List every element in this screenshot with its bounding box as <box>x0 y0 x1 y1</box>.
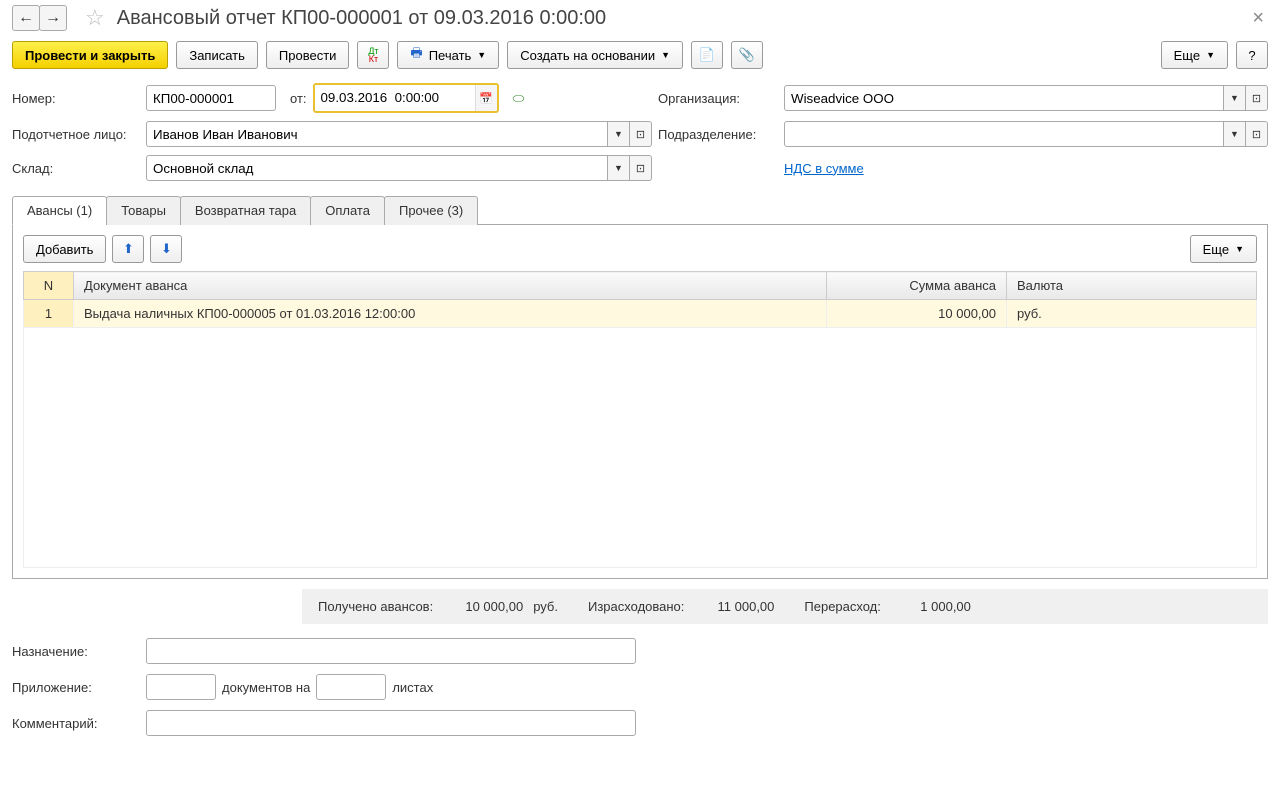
dept-open-button[interactable]: ⊡ <box>1246 121 1268 147</box>
attachment-label: Приложение: <box>12 680 140 695</box>
chevron-down-icon: ▼ <box>1230 93 1239 103</box>
comment-label: Комментарий: <box>12 716 140 731</box>
org-input[interactable] <box>784 85 1224 111</box>
open-icon: ⊡ <box>636 128 645 141</box>
received-currency: руб. <box>533 599 558 614</box>
org-dropdown-button[interactable]: ▼ <box>1224 85 1246 111</box>
from-label: от: <box>290 91 307 106</box>
dept-label: Подразделение: <box>658 127 778 142</box>
posted-icon[interactable]: ⬭ <box>513 90 525 107</box>
number-input[interactable] <box>146 85 276 111</box>
chevron-down-icon: ▼ <box>477 50 486 60</box>
purpose-input[interactable] <box>146 638 636 664</box>
printer-icon: 🖶 <box>410 44 422 66</box>
page-title: Авансовый отчет КП00-000001 от 09.03.201… <box>117 7 1249 30</box>
document-icon: 📄 <box>699 47 715 63</box>
warehouse-input[interactable] <box>146 155 608 181</box>
date-group: 📅 <box>313 83 499 113</box>
col-sum[interactable]: Сумма аванса <box>827 272 1007 300</box>
tab-other[interactable]: Прочее (3) <box>384 196 478 225</box>
sheets-text: листах <box>392 680 433 695</box>
create-based-button[interactable]: Создать на основании ▼ <box>507 41 683 69</box>
move-down-button[interactable]: ⬇ <box>150 235 182 263</box>
warehouse-open-button[interactable]: ⊡ <box>630 155 652 181</box>
save-button[interactable]: Записать <box>176 41 258 69</box>
docs-text: документов на <box>222 680 310 695</box>
person-label: Подотчетное лицо: <box>12 127 140 142</box>
chevron-down-icon: ▼ <box>1235 244 1244 254</box>
org-label: Организация: <box>658 91 778 106</box>
chevron-down-icon: ▼ <box>614 129 623 139</box>
document-icon-button[interactable]: 📄 <box>691 41 723 69</box>
overspend-label: Перерасход: <box>804 599 881 614</box>
arrow-up-icon: ⬆ <box>123 241 134 257</box>
purpose-label: Назначение: <box>12 644 140 659</box>
col-n[interactable]: N <box>24 272 74 300</box>
overspend-value: 1 000,00 <box>891 599 971 614</box>
cell-doc: Выдача наличных КП00-000005 от 01.03.201… <box>74 300 827 328</box>
tab-advances[interactable]: Авансы (1) <box>12 196 107 225</box>
arrow-down-icon: ⬇ <box>161 241 172 257</box>
favorite-star-icon[interactable]: ☆ <box>85 5 105 31</box>
person-open-button[interactable]: ⊡ <box>630 121 652 147</box>
move-up-button[interactable]: ⬆ <box>112 235 144 263</box>
open-icon: ⊡ <box>1252 92 1261 105</box>
nav-forward-button[interactable]: → <box>39 5 67 31</box>
print-button[interactable]: 🖶 Печать ▼ <box>397 41 499 69</box>
cell-cur: руб. <box>1007 300 1257 328</box>
nav-back-button[interactable]: ← <box>12 5 40 31</box>
warehouse-dropdown-button[interactable]: ▼ <box>608 155 630 181</box>
col-doc[interactable]: Документ аванса <box>74 272 827 300</box>
dept-input[interactable] <box>784 121 1224 147</box>
sheets-count-input[interactable] <box>316 674 386 700</box>
chevron-down-icon: ▼ <box>614 163 623 173</box>
spent-value: 11 000,00 <box>694 599 774 614</box>
docs-count-input[interactable] <box>146 674 216 700</box>
tab-payment[interactable]: Оплата <box>310 196 385 225</box>
post-button[interactable]: Провести <box>266 41 350 69</box>
warehouse-label: Склад: <box>12 161 140 176</box>
help-button[interactable]: ? <box>1236 41 1268 69</box>
dept-dropdown-button[interactable]: ▼ <box>1224 121 1246 147</box>
dtct-button[interactable]: ДтКт <box>357 41 389 69</box>
received-label: Получено авансов: <box>318 599 433 614</box>
chevron-down-icon: ▼ <box>1206 50 1215 60</box>
tabs: Авансы (1) Товары Возвратная тара Оплата… <box>12 195 1268 225</box>
vat-link[interactable]: НДС в сумме <box>784 161 864 176</box>
table-more-button[interactable]: Еще ▼ <box>1190 235 1257 263</box>
calendar-icon: 📅 <box>479 92 493 105</box>
dtct-icon: ДтКт <box>368 47 378 63</box>
summary-bar: Получено авансов: 10 000,00 руб. Израсхо… <box>302 589 1268 624</box>
attach-button[interactable]: 📎 <box>731 41 763 69</box>
close-button[interactable]: × <box>1248 7 1268 30</box>
cell-n: 1 <box>24 300 74 328</box>
spent-label: Израсходовано: <box>588 599 684 614</box>
chevron-down-icon: ▼ <box>1230 129 1239 139</box>
received-value: 10 000,00 <box>443 599 523 614</box>
advances-table: N Документ аванса Сумма аванса Валюта 1 … <box>23 271 1257 568</box>
empty-area[interactable] <box>24 328 1257 568</box>
org-open-button[interactable]: ⊡ <box>1246 85 1268 111</box>
comment-input[interactable] <box>146 710 636 736</box>
tab-packaging[interactable]: Возвратная тара <box>180 196 311 225</box>
table-row[interactable]: 1 Выдача наличных КП00-000005 от 01.03.2… <box>24 300 1257 328</box>
chevron-down-icon: ▼ <box>661 50 670 60</box>
open-icon: ⊡ <box>636 162 645 175</box>
person-dropdown-button[interactable]: ▼ <box>608 121 630 147</box>
more-button[interactable]: Еще ▼ <box>1161 41 1228 69</box>
person-input[interactable] <box>146 121 608 147</box>
post-and-close-button[interactable]: Провести и закрыть <box>12 41 168 69</box>
add-row-button[interactable]: Добавить <box>23 235 106 263</box>
open-icon: ⊡ <box>1252 128 1261 141</box>
number-label: Номер: <box>12 91 140 106</box>
tab-goods[interactable]: Товары <box>106 196 181 225</box>
col-cur[interactable]: Валюта <box>1007 272 1257 300</box>
cell-sum: 10 000,00 <box>827 300 1007 328</box>
date-input[interactable] <box>315 85 475 109</box>
calendar-button[interactable]: 📅 <box>475 85 497 111</box>
paperclip-icon: 📎 <box>739 47 755 63</box>
